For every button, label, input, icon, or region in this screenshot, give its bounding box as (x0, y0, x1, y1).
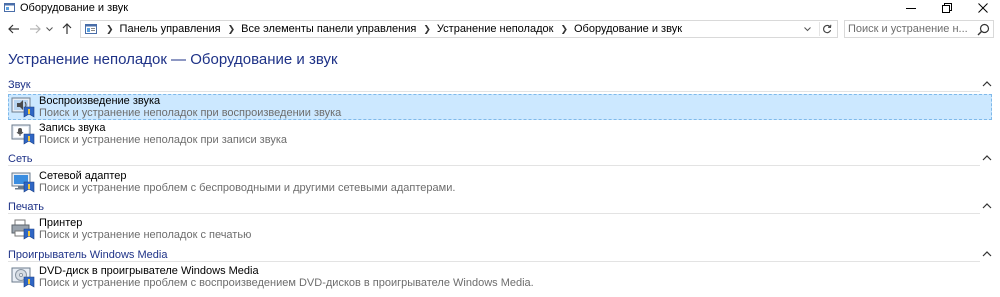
title-bar: Оборудование и звук (0, 0, 1000, 16)
control-panel-location-icon (85, 24, 97, 34)
chevron-up-icon[interactable] (982, 202, 992, 210)
list-item-network-adapter[interactable]: Сетевой адаптер Поиск и устранение пробл… (8, 169, 992, 195)
breadcrumb-troubleshooting[interactable]: Устранение неполадок (437, 23, 554, 35)
restore-button[interactable] (932, 0, 962, 16)
list-item-playing-audio[interactable]: Воспроизведение звука Поиск и устранение… (8, 94, 992, 120)
group-divider (8, 261, 980, 262)
search-box[interactable] (844, 20, 994, 38)
page-title: Устранение неполадок — Оборудование и зв… (8, 51, 338, 68)
window-title: Оборудование и звук (20, 2, 129, 14)
refresh-button[interactable] (819, 22, 833, 36)
microphone-troubleshoot-icon (11, 124, 35, 145)
speaker-troubleshoot-icon (11, 97, 35, 118)
group-label: Сеть (8, 152, 37, 166)
item-description: Поиск и устранение неполадок при записи … (39, 134, 287, 146)
breadcrumb: ❯ Панель управления ❯ Все элементы панел… (99, 21, 682, 37)
minimize-button[interactable] (896, 0, 926, 16)
item-description: Поиск и устранение проблем с воспроизвед… (39, 277, 534, 289)
forward-button[interactable] (27, 21, 43, 37)
address-bar[interactable]: ❯ Панель управления ❯ Все элементы панел… (80, 20, 838, 38)
item-title[interactable]: Принтер (39, 217, 82, 229)
forward-arrow-icon (30, 24, 41, 34)
search-input[interactable] (848, 22, 974, 36)
group-label: Печать (8, 200, 49, 214)
breadcrumb-separator-icon[interactable]: ❯ (560, 24, 568, 35)
breadcrumb-all-items[interactable]: Все элементы панели управления (241, 23, 416, 35)
network-adapter-icon (11, 172, 35, 193)
group-label: Звук (8, 78, 35, 92)
chevron-down-icon (45, 26, 53, 31)
list-item-recording-audio[interactable]: Запись звука Поиск и устранение неполадо… (8, 121, 992, 147)
item-title[interactable]: DVD-диск в проигрывателе Windows Media (39, 265, 259, 277)
close-button[interactable] (968, 0, 998, 16)
breadcrumb-separator-icon[interactable]: ❯ (106, 24, 114, 35)
chevron-up-icon[interactable] (982, 80, 992, 88)
up-button[interactable] (59, 21, 75, 37)
group-label: Проигрыватель Windows Media (8, 248, 172, 262)
close-icon (978, 3, 988, 13)
group-divider (8, 213, 980, 214)
back-button[interactable] (6, 21, 22, 37)
printer-troubleshoot-icon (11, 219, 35, 240)
group-header-network[interactable]: Сеть (8, 152, 992, 166)
chevron-up-icon[interactable] (982, 154, 992, 162)
item-description: Поиск и устранение неполадок с печатью (39, 229, 252, 241)
back-arrow-icon (8, 24, 19, 34)
dvd-troubleshoot-icon (11, 267, 35, 288)
refresh-icon (822, 24, 831, 34)
search-icon[interactable] (977, 23, 990, 36)
group-header-windows-media[interactable]: Проигрыватель Windows Media (8, 248, 992, 262)
item-description: Поиск и устранение проблем с беспроводны… (39, 182, 456, 194)
item-title[interactable]: Сетевой адаптер (39, 170, 127, 182)
restore-icon (942, 3, 952, 13)
group-header-sound[interactable]: Звук (8, 78, 992, 92)
item-title[interactable]: Запись звука (39, 122, 105, 134)
item-description: Поиск и устранение неполадок при воспрои… (39, 107, 342, 119)
control-panel-icon (4, 3, 15, 12)
breadcrumb-separator-icon[interactable]: ❯ (423, 24, 431, 35)
breadcrumb-hardware-sound[interactable]: Оборудование и звук (574, 23, 682, 35)
navigation-bar: ❯ Панель управления ❯ Все элементы панел… (0, 17, 1000, 41)
chevron-down-icon (803, 26, 811, 31)
group-divider (8, 165, 980, 166)
item-title[interactable]: Воспроизведение звука (39, 95, 160, 107)
address-history-button[interactable] (801, 22, 813, 36)
recent-locations-button[interactable] (44, 21, 54, 37)
minimize-icon (906, 8, 916, 9)
list-item-dvd-playback[interactable]: DVD-диск в проигрывателе Windows Media П… (8, 264, 992, 290)
list-item-printer[interactable]: Принтер Поиск и устранение неполадок с п… (8, 216, 992, 242)
up-arrow-icon (62, 23, 72, 34)
breadcrumb-control-panel[interactable]: Панель управления (120, 23, 221, 35)
chevron-up-icon[interactable] (982, 250, 992, 258)
group-header-printing[interactable]: Печать (8, 200, 992, 214)
group-divider (8, 91, 980, 92)
breadcrumb-separator-icon[interactable]: ❯ (228, 24, 236, 35)
